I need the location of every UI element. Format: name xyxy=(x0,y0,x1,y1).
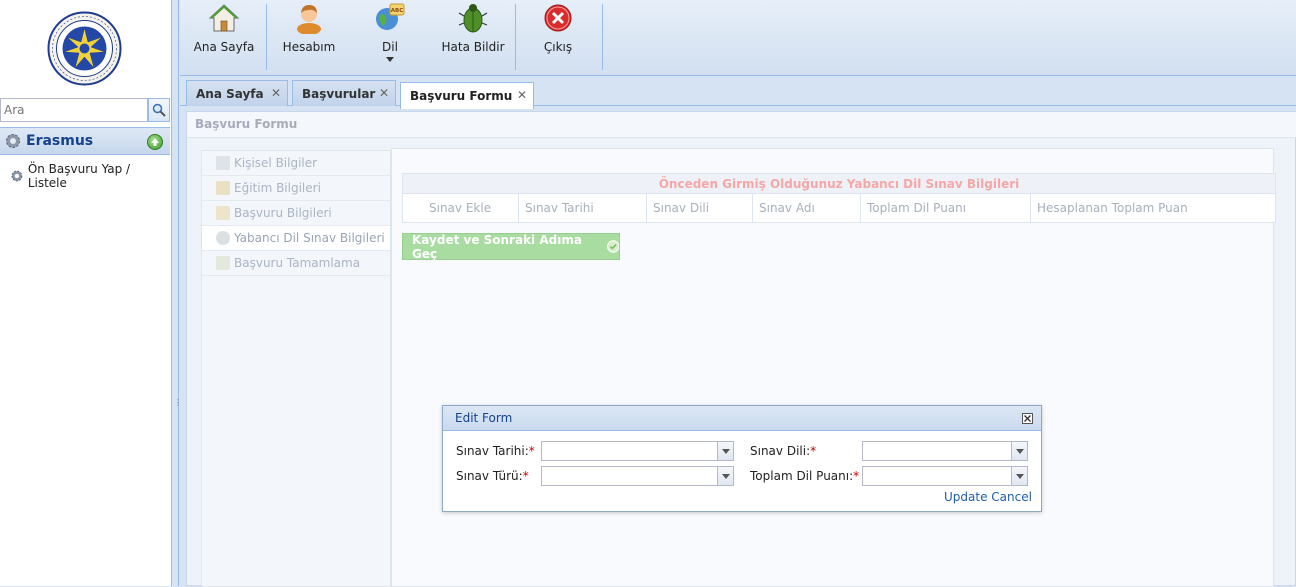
panel-splitter[interactable] xyxy=(172,0,179,586)
step-label: Kişisel Bilgiler xyxy=(234,156,318,170)
step-label: Yabancı Dil Sınav Bilgileri xyxy=(234,231,385,245)
step-personal-info[interactable]: Kişisel Bilgiler xyxy=(202,151,390,176)
pencil-icon xyxy=(216,181,230,195)
menu-item-pre-application[interactable]: Ön Başvuru Yap / Listele xyxy=(10,162,171,190)
close-icon[interactable] xyxy=(1022,413,1033,424)
grid-header: Sınav Ekle Sınav Tarihi Sınav Dili Sınav… xyxy=(403,194,1275,222)
search-field[interactable] xyxy=(0,98,148,122)
save-button-label: Kaydet ve Sonraki Adıma Geç xyxy=(412,232,582,261)
edit-form-dialog: Edit Form Sınav Tarihi:* Sınav Türü:* Sı… xyxy=(442,405,1042,512)
splitter-handle[interactable]: ⋮ xyxy=(174,398,182,412)
tab-strip: Ana Sayfa ✕ Başvurular ✕ Başvuru Formu ✕ xyxy=(180,76,1296,109)
dialog-actions: Update Cancel xyxy=(944,490,1032,504)
logout-label: Çıkış xyxy=(543,40,573,54)
dropdown-arrow-icon[interactable] xyxy=(717,442,733,460)
collapse-up-icon[interactable] xyxy=(147,134,163,150)
step-label: Başvuru Tamamlama xyxy=(234,256,361,270)
edit-icon xyxy=(216,156,230,170)
exam-language-label: Sınav Dili:* xyxy=(750,444,817,458)
search-icon xyxy=(152,103,166,117)
module-title: Erasmus xyxy=(26,133,94,149)
account-label: Hesabım xyxy=(282,40,336,54)
university-logo xyxy=(47,11,122,86)
column-header[interactable]: Sınav Dili xyxy=(647,194,753,222)
save-and-next-button[interactable]: Kaydet ve Sonraki Adıma Geç xyxy=(402,232,620,261)
dropdown-arrow-icon[interactable] xyxy=(1011,442,1027,460)
document-icon xyxy=(216,206,230,220)
tab-home[interactable]: Ana Sayfa ✕ xyxy=(186,80,288,106)
language-button[interactable]: ABC Dil xyxy=(370,0,410,76)
home-icon xyxy=(208,4,240,32)
column-header[interactable]: Toplam Dil Puanı xyxy=(861,194,1031,222)
close-icon[interactable]: ✕ xyxy=(379,86,389,100)
step-label: Başvuru Bilgileri xyxy=(234,206,332,220)
tab-label: Başvuru Formu xyxy=(410,89,513,103)
tab-applications[interactable]: Başvurular ✕ xyxy=(292,80,396,106)
exam-language-combo[interactable] xyxy=(862,441,1028,461)
toolbar-separator xyxy=(602,4,603,70)
account-button[interactable]: Hesabım xyxy=(280,0,338,76)
cancel-link[interactable]: Cancel xyxy=(991,490,1032,504)
dialog-header[interactable]: Edit Form xyxy=(443,406,1041,431)
exam-type-label: Sınav Türü:* xyxy=(456,469,529,483)
page-title: Başvuru Formu xyxy=(187,112,1296,138)
add-exam-column[interactable]: Sınav Ekle xyxy=(403,194,519,222)
dropdown-arrow-icon[interactable] xyxy=(717,467,733,485)
wizard-steps: Kişisel Bilgiler Eğitim Bilgileri Başvur… xyxy=(201,150,391,587)
step-application-info[interactable]: Başvuru Bilgileri xyxy=(202,201,390,226)
update-link[interactable]: Update xyxy=(944,490,987,504)
bug-icon xyxy=(458,4,488,33)
close-circle-icon xyxy=(544,4,572,32)
search-button[interactable] xyxy=(148,98,170,122)
tab-label: Başvurular xyxy=(302,86,376,101)
chevron-down-icon xyxy=(386,57,394,62)
search-input[interactable] xyxy=(1,99,147,121)
module-header[interactable]: Erasmus xyxy=(0,127,170,155)
university-seal-icon xyxy=(47,11,122,86)
tab-label: Ana Sayfa xyxy=(196,86,264,101)
toolbar-separator xyxy=(266,4,267,70)
tab-application-form[interactable]: Başvuru Formu ✕ xyxy=(400,82,534,109)
language-icon xyxy=(216,231,230,245)
close-icon[interactable]: ✕ xyxy=(517,88,527,102)
left-panel: Erasmus Ön Başvuru Yap / Listele xyxy=(0,0,172,586)
gear-icon xyxy=(6,134,20,148)
step-language-exam[interactable]: Yabancı Dil Sınav Bilgileri xyxy=(202,226,390,251)
checklist-icon xyxy=(216,256,230,270)
column-header[interactable]: Sınav Tarihi xyxy=(519,194,647,222)
toolbar-separator xyxy=(515,4,516,70)
main-content: Başvuru Formu Kişisel Bilgiler Eğitim Bi… xyxy=(186,111,1296,587)
exam-grid: Önceden Girmiş Olduğunuz Yabancı Dil Sın… xyxy=(402,173,1276,223)
step-label: Eğitim Bilgileri xyxy=(234,181,321,195)
check-circle-icon xyxy=(606,240,619,253)
step-panel: Önceden Girmiş Olduğunuz Yabancı Dil Sın… xyxy=(391,148,1276,587)
home-label: Ana Sayfa xyxy=(193,40,255,54)
step-completion[interactable]: Başvuru Tamamlama xyxy=(202,251,390,276)
globe-abc-icon: ABC xyxy=(376,3,405,30)
total-score-label: Toplam Dil Puanı:* xyxy=(750,469,860,483)
report-bug-label: Hata Bildir xyxy=(441,40,505,54)
close-icon[interactable]: ✕ xyxy=(271,86,281,100)
column-header[interactable]: Hesaplanan Toplam Puan xyxy=(1031,194,1275,222)
gear-icon xyxy=(11,170,23,182)
menu-item-label: Ön Başvuru Yap / Listele xyxy=(27,162,131,190)
exam-type-combo[interactable] xyxy=(541,466,734,486)
dropdown-arrow-icon[interactable] xyxy=(1011,467,1027,485)
top-toolbar: Ana Sayfa Hesabım ABC Dil Hata Bildir Çı… xyxy=(180,0,1296,76)
svg-text:ABC: ABC xyxy=(391,8,404,14)
dialog-title: Edit Form xyxy=(455,411,513,425)
total-score-combo[interactable] xyxy=(862,466,1028,486)
exam-date-combo[interactable] xyxy=(541,441,734,461)
user-icon xyxy=(297,5,321,34)
report-bug-button[interactable]: Hata Bildir xyxy=(441,0,505,76)
exam-date-label: Sınav Tarihi:* xyxy=(456,444,535,458)
language-label: Dil xyxy=(382,40,398,54)
home-button[interactable]: Ana Sayfa xyxy=(192,0,256,76)
step-education-info[interactable]: Eğitim Bilgileri xyxy=(202,176,390,201)
logout-button[interactable]: Çıkış xyxy=(538,0,578,76)
column-header[interactable]: Sınav Adı xyxy=(753,194,861,222)
grid-title: Önceden Girmiş Olduğunuz Yabancı Dil Sın… xyxy=(403,174,1275,194)
